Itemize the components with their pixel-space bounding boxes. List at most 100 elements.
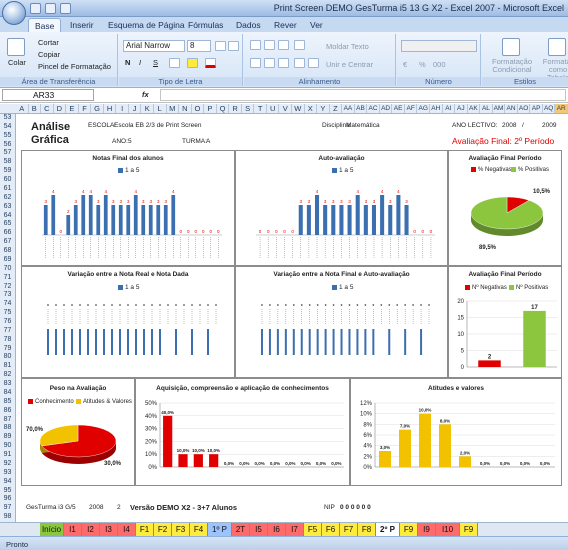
row-header-81[interactable]: 81 (0, 362, 15, 371)
column-header-g[interactable]: G (91, 104, 104, 113)
column-header-an[interactable]: AN (505, 104, 518, 113)
row-header-84[interactable]: 84 (0, 389, 15, 398)
row-header-80[interactable]: 80 (0, 353, 15, 362)
row-header-94[interactable]: 94 (0, 478, 15, 487)
sheet-tab-18[interactable]: 2º P (376, 523, 400, 536)
row-header-59[interactable]: 59 (0, 167, 15, 176)
column-header-v[interactable]: V (279, 104, 292, 113)
row-header-69[interactable]: 69 (0, 256, 15, 265)
sheet-tab-13[interactable]: I7 (286, 523, 304, 536)
tab-base[interactable]: Base (28, 18, 62, 32)
fill-color-icon[interactable] (187, 58, 198, 68)
row-header-67[interactable]: 67 (0, 238, 15, 247)
row-header-85[interactable]: 85 (0, 398, 15, 407)
cut-button[interactable]: Cortar (38, 38, 59, 47)
tab-dados[interactable]: Dados (230, 18, 267, 32)
column-header-ab[interactable]: AB (355, 104, 368, 113)
column-header-l[interactable]: L (154, 104, 167, 113)
row-header-79[interactable]: 79 (0, 345, 15, 354)
tab-esquema[interactable]: Esquema de Página (102, 18, 191, 32)
row-header-73[interactable]: 73 (0, 291, 15, 300)
tab-formulas[interactable]: Fórmulas (182, 18, 229, 32)
sheet-tab-3[interactable]: I3 (100, 523, 118, 536)
column-header-a[interactable]: A (16, 104, 29, 113)
column-header-ag[interactable]: AG (417, 104, 430, 113)
sheet-tab-17[interactable]: F8 (358, 523, 376, 536)
column-header-b[interactable]: B (29, 104, 42, 113)
number-format-select[interactable] (401, 40, 477, 52)
grow-font-icon[interactable] (215, 41, 226, 51)
column-header-ah[interactable]: AH (430, 104, 443, 113)
row-header-87[interactable]: 87 (0, 416, 15, 425)
column-header-u[interactable]: U (267, 104, 280, 113)
font-color-icon[interactable] (205, 58, 216, 68)
column-header-k[interactable]: K (141, 104, 154, 113)
row-header-71[interactable]: 71 (0, 274, 15, 283)
row-header-77[interactable]: 77 (0, 327, 15, 336)
sheet-tab-0[interactable]: Início (40, 523, 64, 536)
row-header-91[interactable]: 91 (0, 451, 15, 460)
row-header-57[interactable]: 57 (0, 149, 15, 158)
column-header-ar[interactable]: AR (555, 104, 568, 113)
column-header-am[interactable]: AM (493, 104, 506, 113)
row-header-98[interactable]: 98 (0, 513, 15, 522)
column-header-x[interactable]: X (305, 104, 318, 113)
undo-icon[interactable] (45, 3, 56, 14)
sheet-tab-7[interactable]: F3 (172, 523, 190, 536)
row-header-72[interactable]: 72 (0, 283, 15, 292)
fx-button[interactable]: fx (142, 90, 149, 99)
tab-inserir[interactable]: Inserir (64, 18, 100, 32)
column-header-d[interactable]: D (54, 104, 67, 113)
column-header-ak[interactable]: AK (468, 104, 481, 113)
currency-button[interactable]: € (403, 60, 407, 69)
font-name-select[interactable]: Arial Narrow (123, 40, 185, 52)
sheet-tab-1[interactable]: I1 (64, 523, 82, 536)
sheet-tab-11[interactable]: I5 (250, 523, 268, 536)
row-header-76[interactable]: 76 (0, 318, 15, 327)
merge-center-button[interactable]: Unir e Centrar (326, 60, 373, 69)
row-header-54[interactable]: 54 (0, 123, 15, 132)
column-header-ap[interactable]: AP (530, 104, 543, 113)
sheet-tab-6[interactable]: F2 (154, 523, 172, 536)
row-header-88[interactable]: 88 (0, 424, 15, 433)
format-table-icon[interactable] (548, 38, 566, 56)
formula-input[interactable] (160, 89, 566, 101)
conditional-format-icon[interactable] (502, 38, 520, 56)
sheet-tab-4[interactable]: I4 (118, 523, 136, 536)
row-header-58[interactable]: 58 (0, 158, 15, 167)
paste-button[interactable]: Colar (8, 58, 26, 67)
font-size-select[interactable]: 8 (187, 40, 211, 52)
column-header-e[interactable]: E (66, 104, 79, 113)
borders-icon[interactable] (169, 58, 180, 68)
row-header-68[interactable]: 68 (0, 247, 15, 256)
italic-button[interactable]: I (139, 58, 141, 67)
column-header-z[interactable]: Z (330, 104, 343, 113)
column-header-aq[interactable]: AQ (543, 104, 556, 113)
sheet-tab-14[interactable]: F5 (304, 523, 322, 536)
sheet-tab-9[interactable]: 1º P (208, 523, 232, 536)
sheet-tab-16[interactable]: F7 (340, 523, 358, 536)
row-header-74[interactable]: 74 (0, 300, 15, 309)
row-header-55[interactable]: 55 (0, 132, 15, 141)
column-header-i[interactable]: I (116, 104, 129, 113)
sheet-tab-5[interactable]: F1 (136, 523, 154, 536)
bold-button[interactable]: N (125, 58, 130, 67)
row-header-75[interactable]: 75 (0, 309, 15, 318)
row-header-86[interactable]: 86 (0, 407, 15, 416)
column-header-r[interactable]: R (229, 104, 242, 113)
column-header-o[interactable]: O (192, 104, 205, 113)
underline-button[interactable]: S (153, 58, 158, 67)
row-header-89[interactable]: 89 (0, 433, 15, 442)
paste-icon[interactable] (7, 38, 25, 56)
column-header-ao[interactable]: AO (518, 104, 531, 113)
conditional-format-button[interactable]: Formatação Condicional (488, 58, 536, 74)
column-header-p[interactable]: P (204, 104, 217, 113)
column-header-al[interactable]: AL (480, 104, 493, 113)
sheet-tab-22[interactable]: F9 (460, 523, 478, 536)
column-header-c[interactable]: C (41, 104, 54, 113)
sheet-tab-2[interactable]: I2 (82, 523, 100, 536)
format-painter-button[interactable]: Pincel de Formatação (38, 62, 111, 71)
row-header-82[interactable]: 82 (0, 371, 15, 380)
row-header-60[interactable]: 60 (0, 176, 15, 185)
column-header-ae[interactable]: AE (392, 104, 405, 113)
